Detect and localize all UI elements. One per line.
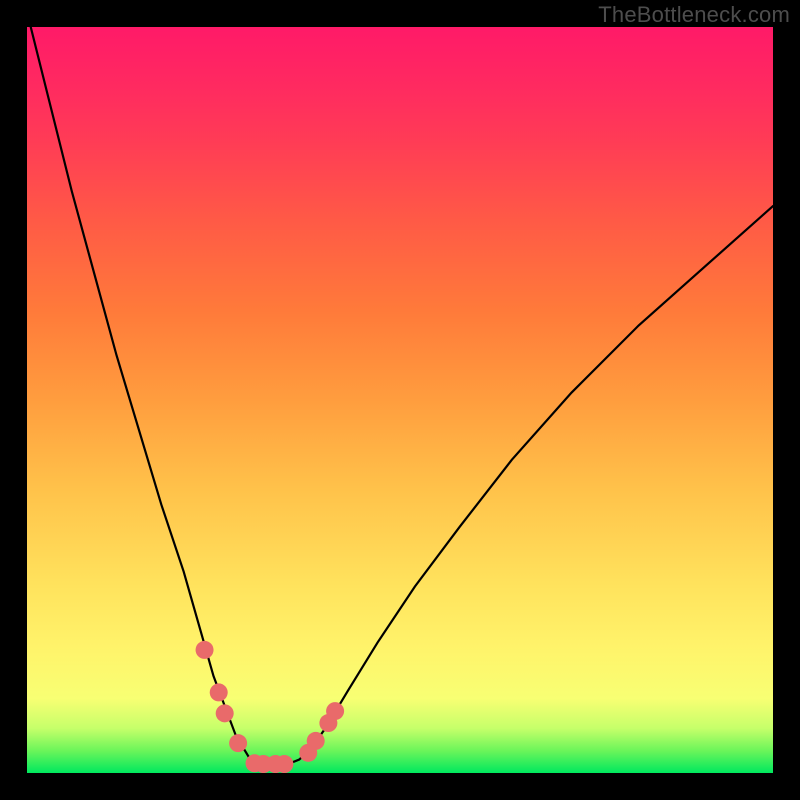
chart-plot-area — [27, 27, 773, 773]
chart-marker — [196, 641, 214, 659]
chart-marker — [229, 734, 247, 752]
chart-marker — [216, 704, 234, 722]
chart-marker — [326, 702, 344, 720]
chart-marker — [307, 732, 325, 750]
bottleneck-curve — [27, 27, 773, 764]
chart-marker — [210, 683, 228, 701]
chart-frame: TheBottleneck.com — [0, 0, 800, 800]
chart-svg — [27, 27, 773, 773]
chart-markers — [196, 641, 345, 773]
chart-marker — [275, 755, 293, 773]
watermark-text: TheBottleneck.com — [598, 2, 790, 28]
